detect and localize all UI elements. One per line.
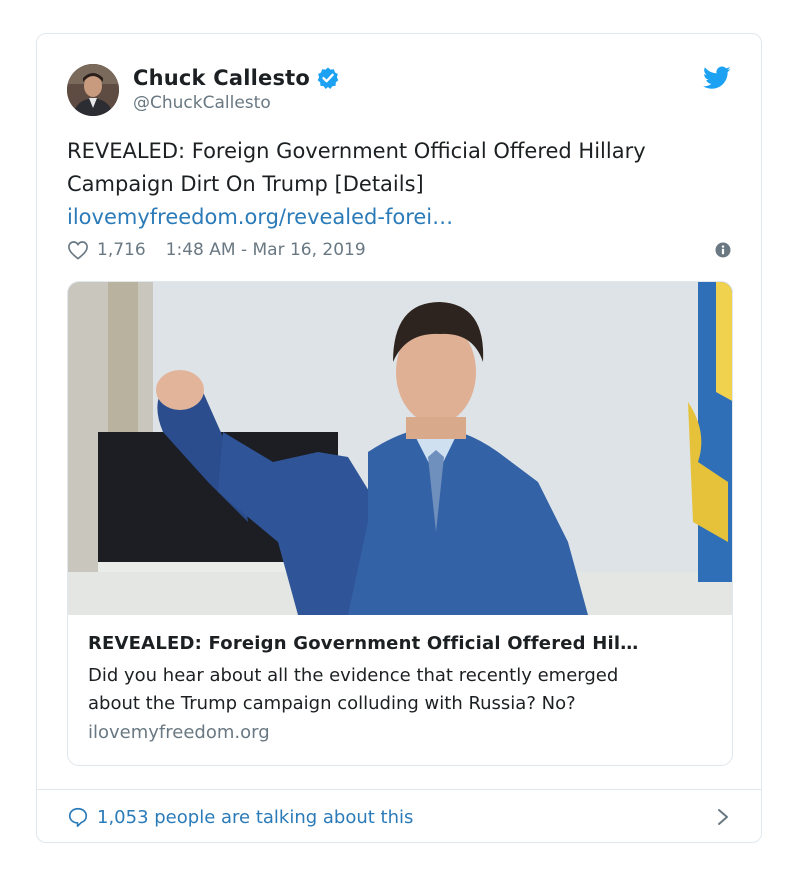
tweet-card: Chuck Callesto @ChuckCallesto REVEALED: … (36, 33, 762, 843)
verified-badge-icon (317, 67, 339, 89)
like-count[interactable]: 1,716 (97, 240, 146, 260)
link-preview-description-line: Did you hear about all the evidence that… (88, 665, 619, 686)
author-avatar[interactable] (67, 64, 119, 116)
avatar-image (67, 64, 119, 116)
speech-bubble-icon (68, 807, 88, 827)
talking-count[interactable]: 1,053 people are talking about this (97, 807, 413, 828)
tweet-text: REVEALED: Foreign Government Official Of… (67, 135, 737, 234)
info-icon[interactable] (715, 242, 731, 258)
link-preview-description-line: about the Trump campaign colluding with … (88, 693, 576, 714)
link-preview-body: REVEALED: Foreign Government Official Of… (88, 633, 713, 743)
author-name[interactable]: Chuck Callesto (133, 66, 310, 90)
tweet-link[interactable]: ilovemyfreedom.org/revealed-forei… (67, 201, 737, 234)
chevron-right-icon[interactable] (717, 808, 729, 826)
tweet-timestamp[interactable]: 1:48 AM - Mar 16, 2019 (166, 240, 366, 260)
conversation-footer[interactable]: 1,053 people are talking about this (67, 802, 733, 832)
heart-icon[interactable] (67, 240, 89, 260)
author-block[interactable]: Chuck Callesto @ChuckCallesto (133, 64, 340, 113)
tweet-text-line: REVEALED: Foreign Government Official Of… (67, 139, 646, 163)
link-preview-description: Did you hear about all the evidence that… (88, 662, 713, 718)
link-preview-title[interactable]: REVEALED: Foreign Government Official Of… (88, 633, 713, 654)
preview-photo (68, 282, 732, 615)
twitter-bird-icon[interactable] (703, 66, 731, 90)
link-preview-domain: ilovemyfreedom.org (88, 722, 270, 743)
link-preview-image[interactable] (68, 282, 732, 615)
tweet-meta: 1,716 1:48 AM - Mar 16, 2019 (67, 237, 731, 263)
link-preview-card[interactable]: REVEALED: Foreign Government Official Of… (67, 281, 733, 766)
footer-divider (37, 789, 761, 790)
tweet-text-line: Campaign Dirt On Trump [Details] (67, 172, 424, 196)
author-handle[interactable]: @ChuckCallesto (133, 93, 340, 113)
